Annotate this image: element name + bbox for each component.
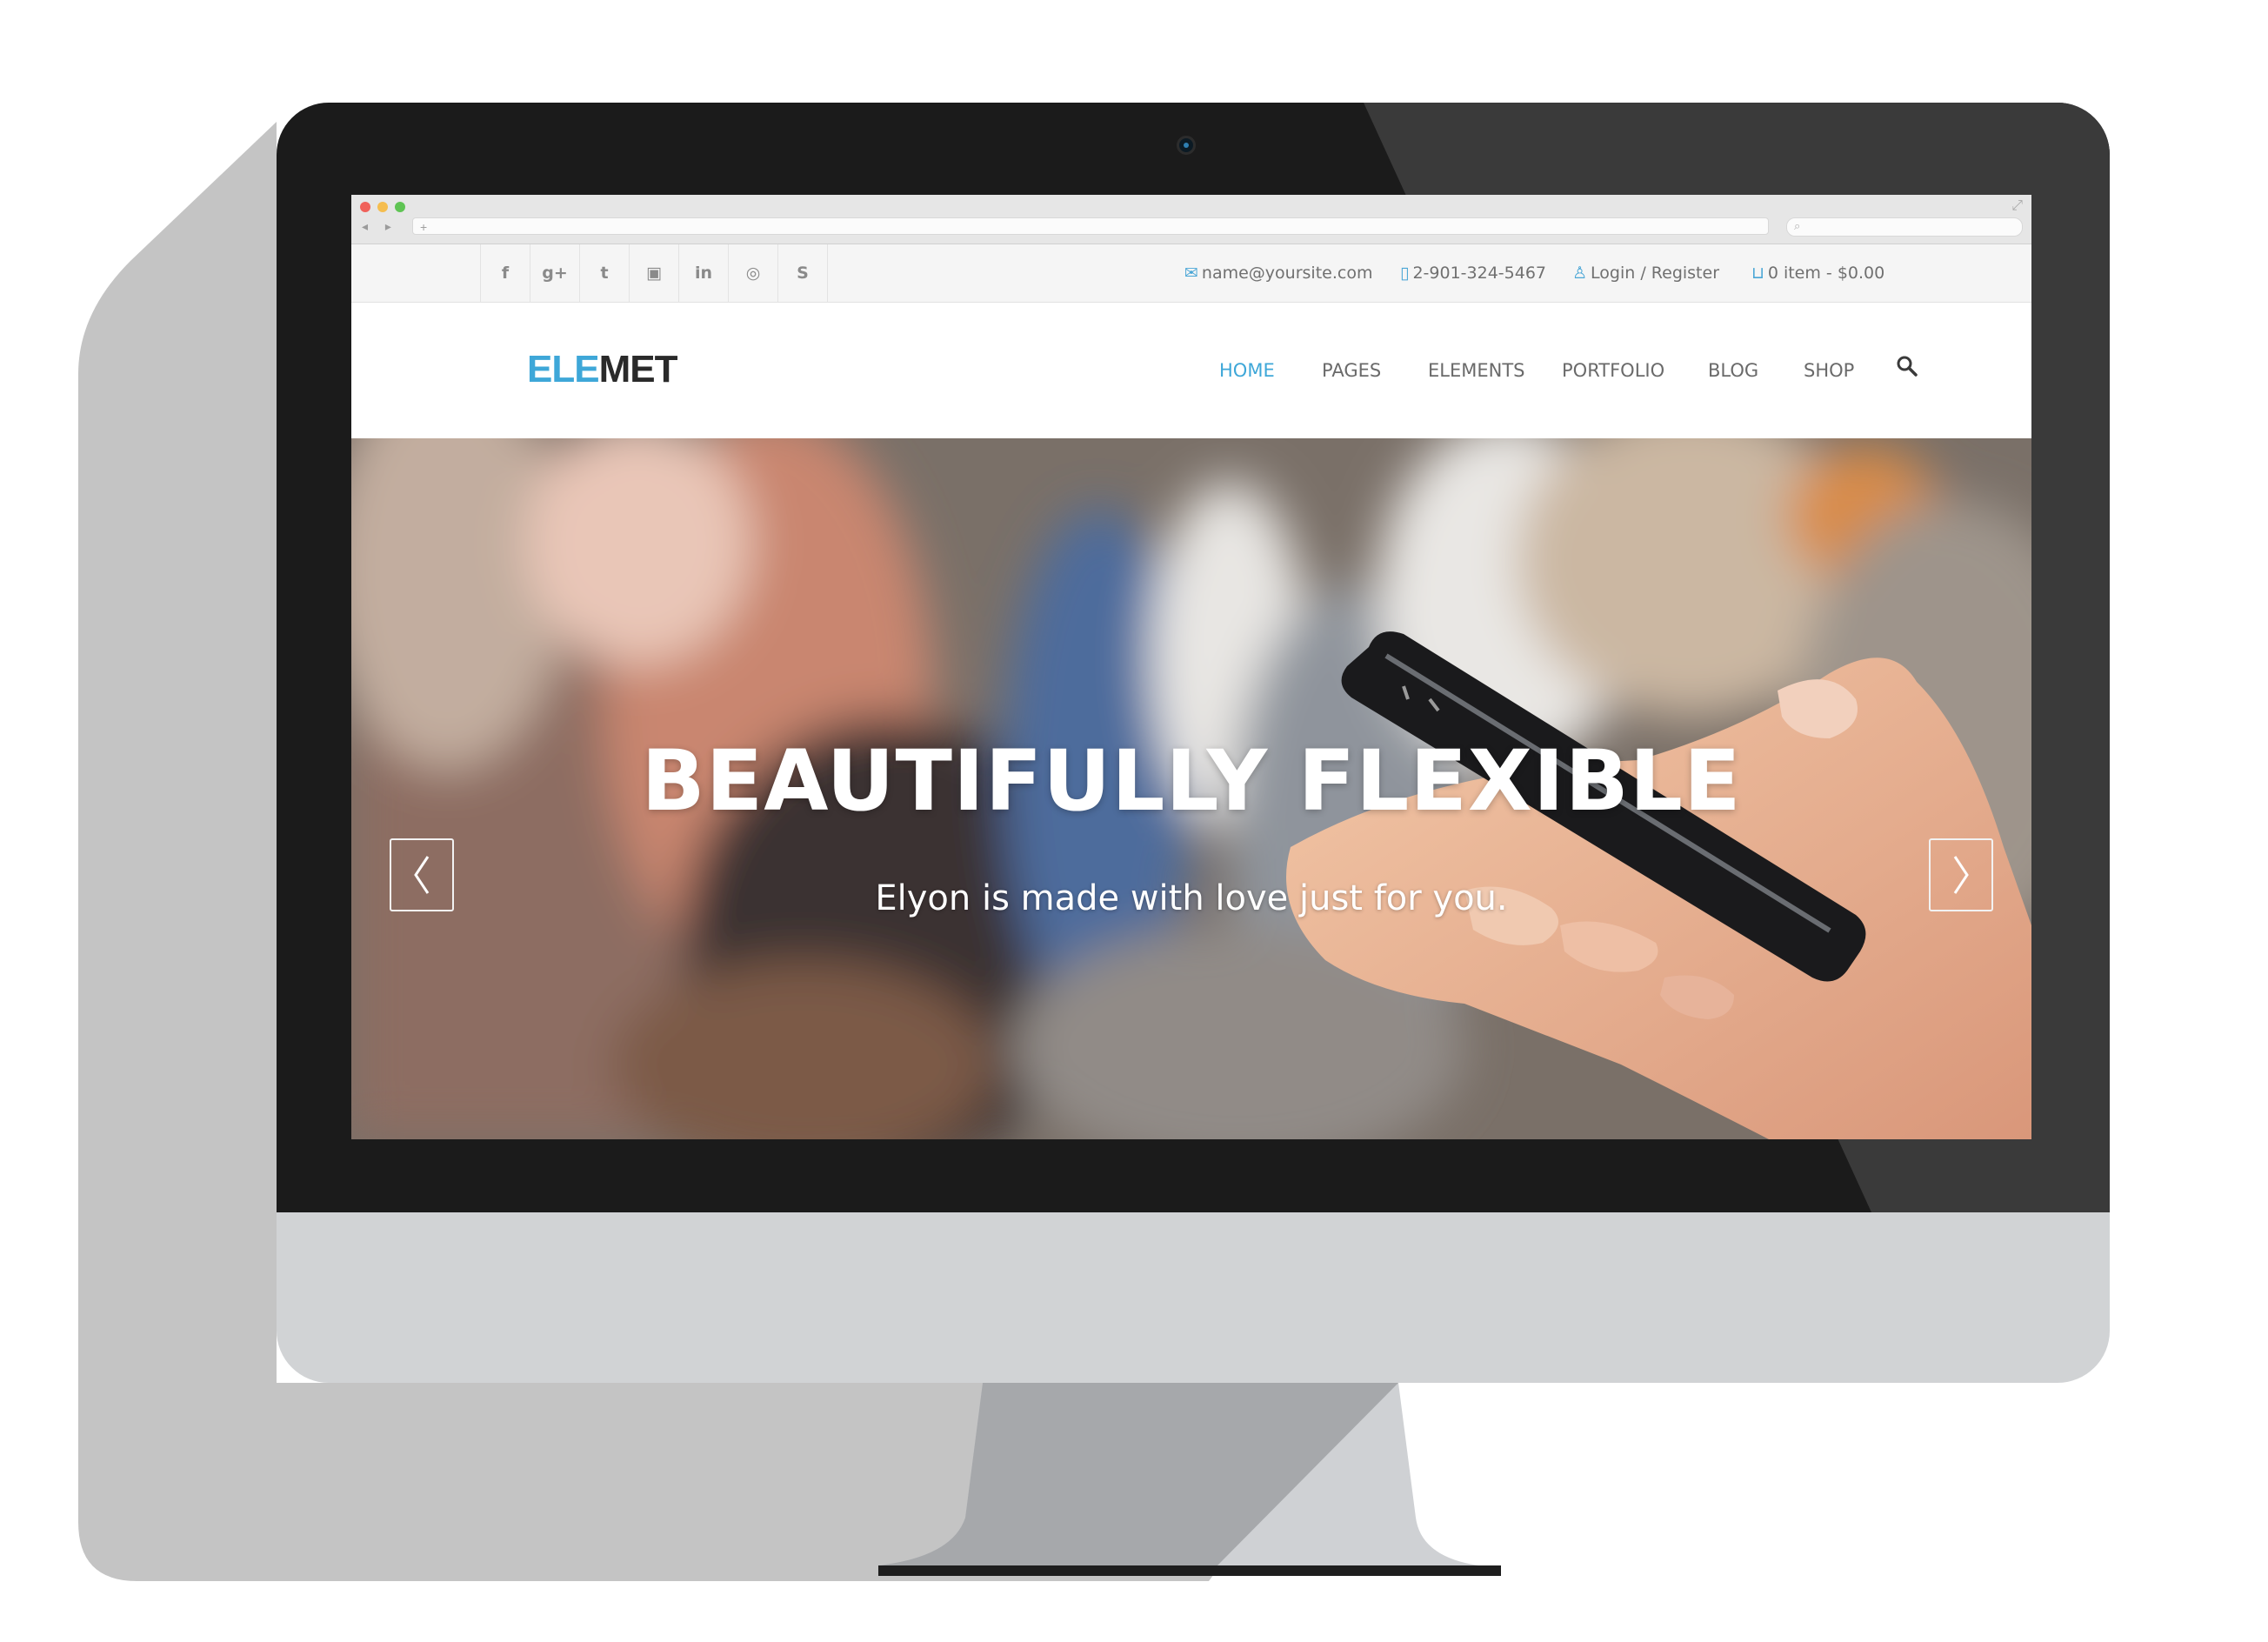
social-links: f g+ t ▣ in ◎ S	[480, 244, 828, 302]
chevron-left-icon	[414, 856, 430, 894]
email-text: name@yoursite.com	[1201, 264, 1373, 283]
dribbble-icon[interactable]: ◎	[728, 244, 777, 302]
phone-text: 2-901-324-5467	[1412, 264, 1547, 283]
cart-text: 0 item - $0.00	[1767, 264, 1885, 283]
twitter-icon[interactable]: t	[579, 244, 629, 302]
cart-link[interactable]: ⊔ 0 item - $0.00	[1751, 244, 1884, 302]
hero-slider: BEAUTIFULLY FLEXIBLE Elyon is made with …	[351, 438, 2031, 1139]
nav-elements[interactable]: ELEMENTS	[1428, 360, 1525, 381]
logo-part-met: MET	[598, 348, 678, 390]
chevron-right-icon	[1953, 856, 1969, 894]
close-window-button[interactable]	[360, 202, 370, 212]
login-register-link[interactable]: ♙ Login / Register	[1572, 244, 1719, 302]
hero-title: BEAUTIFULLY FLEXIBLE	[641, 732, 1742, 830]
search-icon[interactable]	[1896, 355, 1918, 377]
nav-blog[interactable]: BLOG	[1708, 360, 1758, 381]
user-icon: ♙	[1572, 264, 1588, 283]
browser-nav-arrows[interactable]: ◂ ▸	[362, 219, 398, 234]
basket-icon: ⊔	[1751, 264, 1764, 283]
slider-next-button[interactable]	[1929, 838, 1993, 911]
facebook-icon[interactable]: f	[480, 244, 530, 302]
browser-chrome: ◂ ▸ + ⌕ ⤢	[351, 195, 2031, 244]
site-logo[interactable]: ELEMET	[527, 348, 677, 391]
search-icon: ⌕	[1794, 219, 1801, 232]
screen: ◂ ▸ + ⌕ ⤢ f g+ t ▣ in ◎ S ✉ name@yoursit…	[351, 195, 2031, 1139]
site-header: ELEMET HOME PAGES ELEMENTS PORTFOLIO BLO…	[351, 303, 2031, 438]
address-bar[interactable]: +	[412, 217, 1769, 235]
email-link[interactable]: ✉ name@yoursite.com	[1184, 244, 1372, 302]
phone-info: ▯ 2-901-324-5467	[1400, 244, 1546, 302]
slider-prev-button[interactable]	[390, 838, 454, 911]
minimize-window-button[interactable]	[377, 202, 388, 212]
login-text: Login / Register	[1591, 264, 1720, 283]
hero-subtitle: Elyon is made with love just for you.	[875, 878, 1508, 918]
nav-pages[interactable]: PAGES	[1322, 360, 1381, 381]
nav-shop[interactable]: SHOP	[1804, 360, 1854, 381]
maximize-window-button[interactable]	[395, 202, 405, 212]
mobile-phone-icon: ▯	[1400, 264, 1410, 283]
logo-part-ele: ELE	[527, 348, 600, 390]
fullscreen-icon[interactable]: ⤢	[2011, 198, 2023, 214]
nav-home[interactable]: HOME	[1219, 360, 1275, 381]
camera-icon	[1177, 136, 1196, 155]
browser-search-field[interactable]: ⌕	[1786, 217, 2023, 237]
top-bar: f g+ t ▣ in ◎ S ✉ name@yoursite.com ▯ 2-…	[351, 244, 2031, 303]
skype-icon[interactable]: S	[777, 244, 828, 302]
google-plus-icon[interactable]: g+	[530, 244, 579, 302]
nav-portfolio[interactable]: PORTFOLIO	[1562, 360, 1664, 381]
envelope-icon: ✉	[1184, 264, 1198, 283]
youtube-icon[interactable]: ▣	[629, 244, 678, 302]
linkedin-icon[interactable]: in	[678, 244, 728, 302]
